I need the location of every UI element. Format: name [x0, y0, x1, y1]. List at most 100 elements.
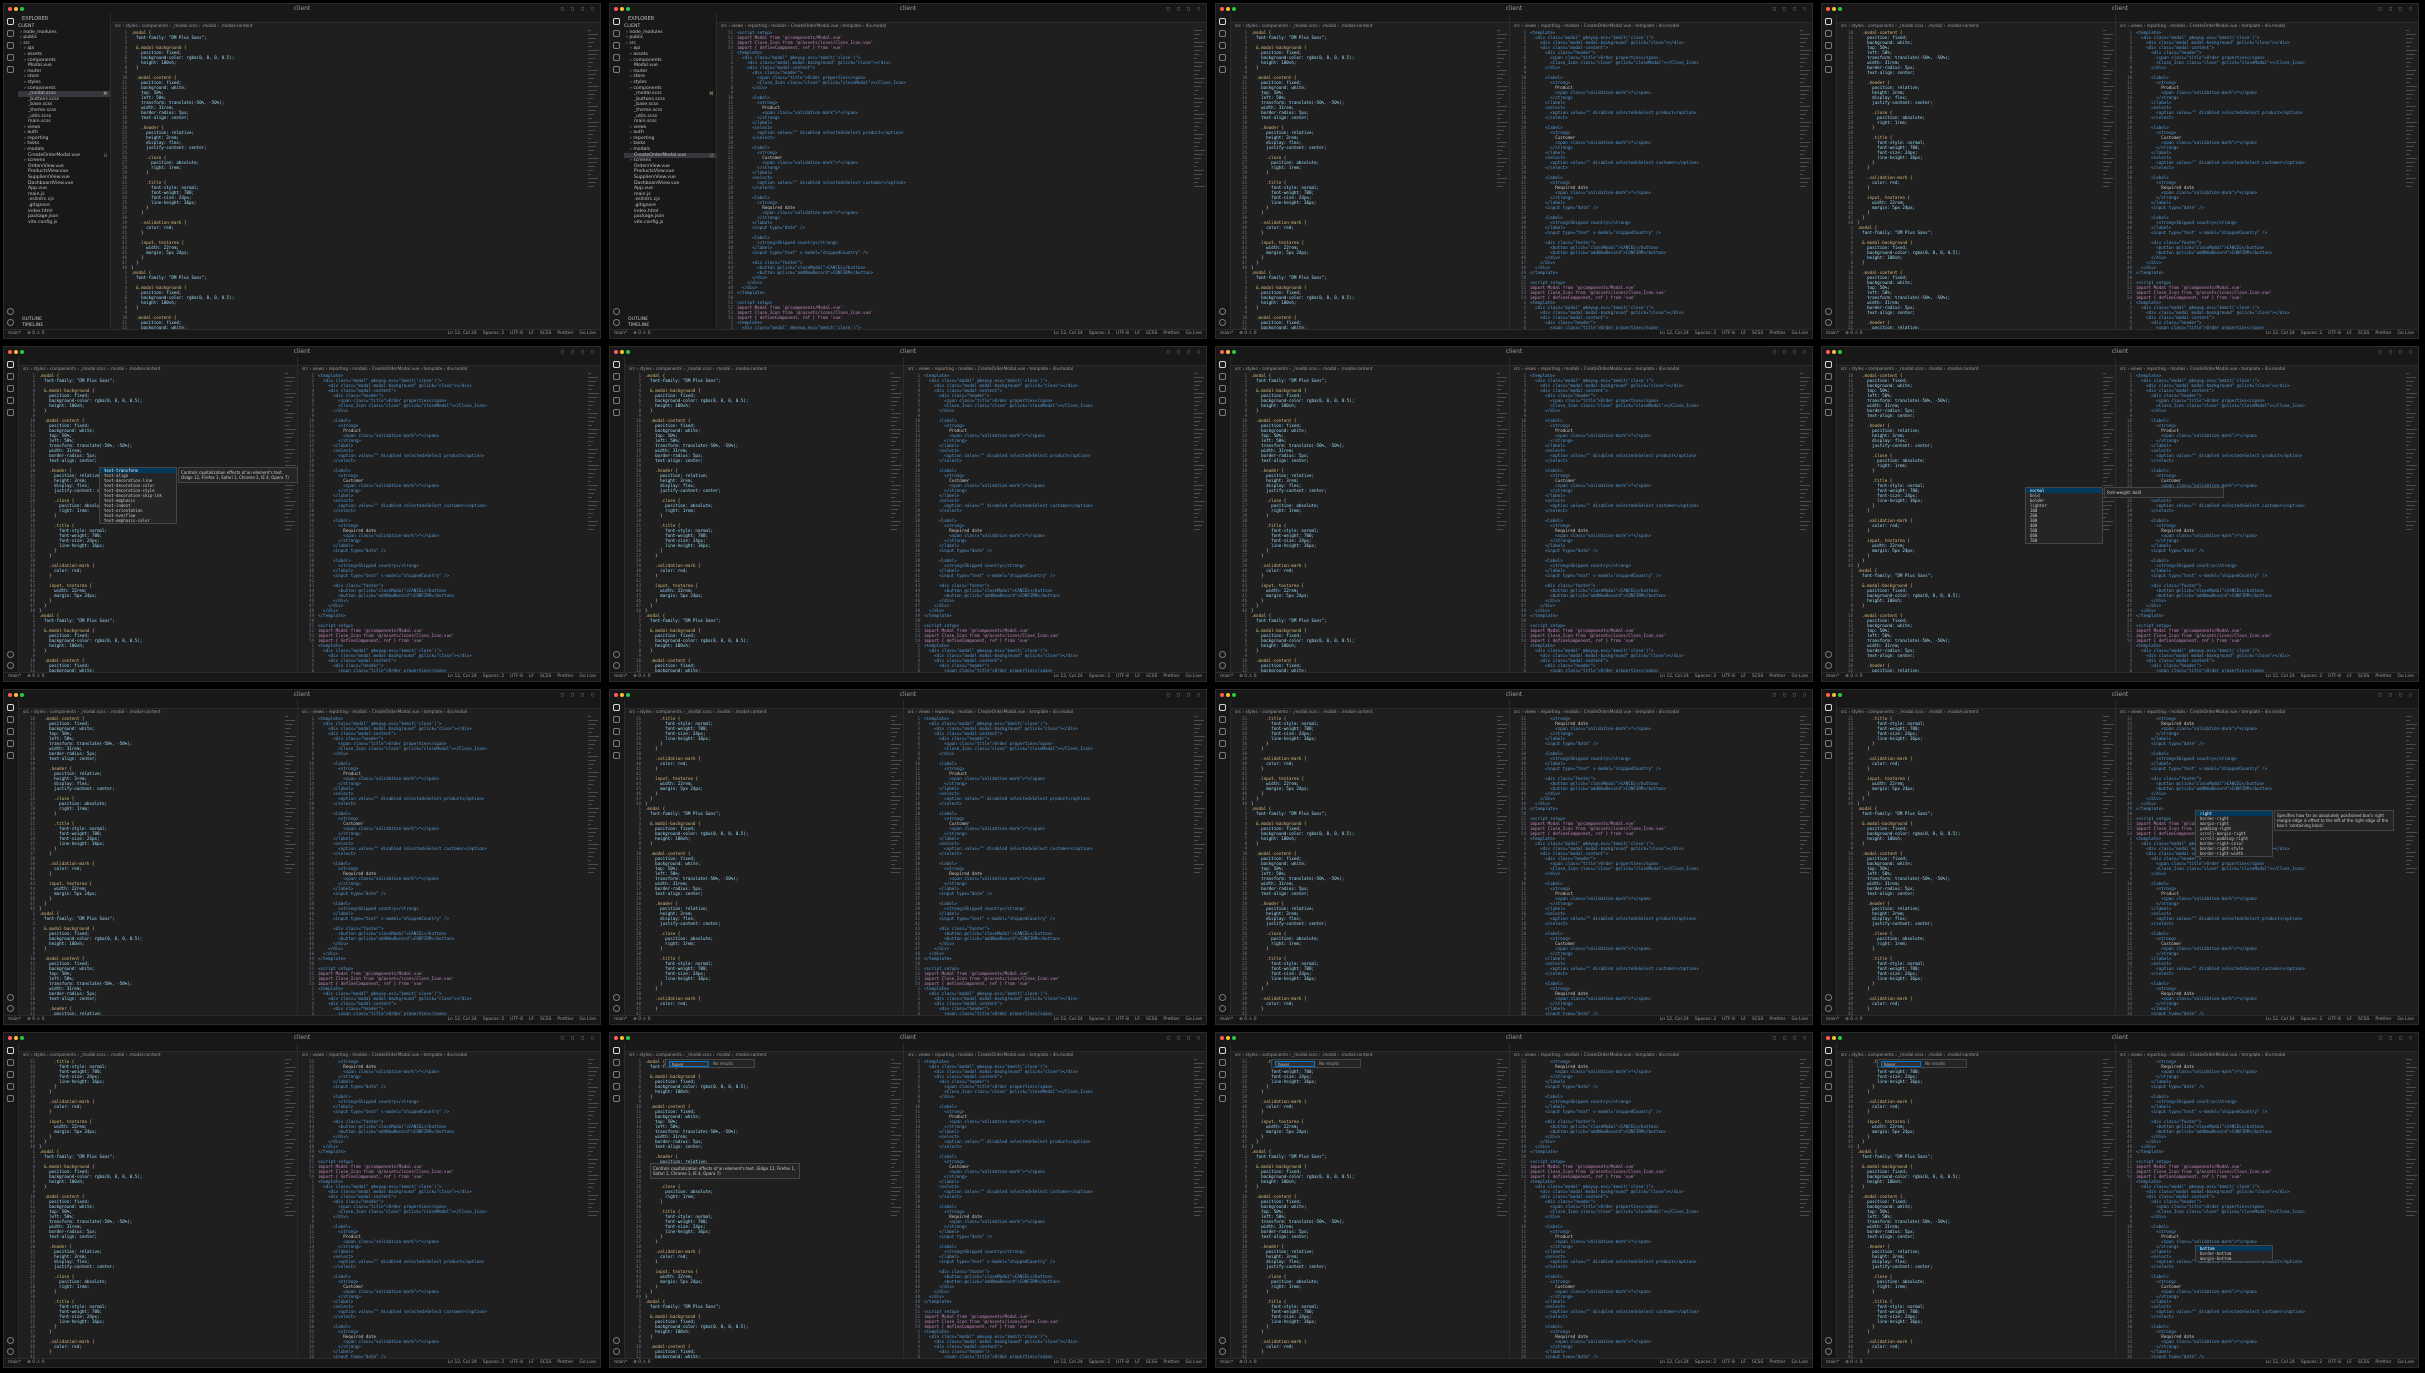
- run-debug-icon[interactable]: [7, 1083, 14, 1090]
- source-control-icon[interactable]: [613, 728, 620, 735]
- breadcrumb[interactable]: src › views › reporting › modals › Creat…: [1510, 23, 1812, 29]
- status-encoding[interactable]: UTF-8: [2328, 331, 2341, 336]
- source-control-icon[interactable]: [7, 728, 14, 735]
- minimap[interactable]: [889, 373, 903, 673]
- minimap[interactable]: [1192, 30, 1206, 330]
- layout-toggle-icons[interactable]: □ □ □ ▢: [561, 6, 596, 12]
- status-extra[interactable]: Go Live: [580, 1360, 596, 1365]
- run-debug-icon[interactable]: [1219, 54, 1226, 61]
- status-position[interactable]: Ln 12, Col 24: [1660, 331, 1689, 336]
- editor-group[interactable]: _modal.scssModal.vueCreateOrderModal.vue…: [1231, 700, 1509, 1016]
- status-sync[interactable]: ⊗ 0 ⚠ 0: [1845, 1017, 1862, 1022]
- status-extra[interactable]: Go Live: [1186, 674, 1202, 679]
- status-branch[interactable]: main*: [1220, 674, 1233, 679]
- status-eol[interactable]: LF: [2347, 331, 2352, 336]
- gear-icon[interactable]: [7, 308, 14, 315]
- breadcrumb[interactable]: src › styles › components › _modal.scss …: [1837, 709, 2115, 715]
- breadcrumb[interactable]: src › styles › components › _modal.scss …: [625, 709, 903, 715]
- status-lang[interactable]: SCSS: [1146, 674, 1157, 679]
- status-encoding[interactable]: UTF-8: [510, 674, 523, 679]
- status-eol[interactable]: LF: [2347, 1017, 2352, 1022]
- search-icon[interactable]: [7, 716, 14, 723]
- status-prettier[interactable]: Prettier: [1769, 331, 1785, 336]
- status-spaces[interactable]: Spaces: 2: [1089, 331, 1110, 336]
- tree-item[interactable]: vite.config.js: [18, 220, 110, 226]
- suggest-widget[interactable]: normal bold bolder lighter 100 200 300 400 500 60…: [2025, 487, 2103, 544]
- status-prettier[interactable]: Prettier: [557, 331, 573, 336]
- breadcrumb[interactable]: src › views › reporting › modals › Creat…: [2116, 709, 2418, 715]
- status-spaces[interactable]: Spaces: 2: [2301, 674, 2322, 679]
- status-branch[interactable]: main*: [1826, 1017, 1839, 1022]
- status-lang[interactable]: SCSS: [540, 674, 551, 679]
- gear-icon[interactable]: [7, 1337, 14, 1344]
- status-branch[interactable]: main*: [1220, 331, 1233, 336]
- breadcrumb[interactable]: src › styles › components › _modal.scss …: [1231, 366, 1509, 372]
- files-icon[interactable]: [1825, 361, 1832, 368]
- layout-toggle-icons[interactable]: □ □ □ ▢: [561, 692, 596, 698]
- run-debug-icon[interactable]: [613, 397, 620, 404]
- run-debug-icon[interactable]: [1825, 397, 1832, 404]
- status-prettier[interactable]: Prettier: [557, 1017, 573, 1022]
- status-sync[interactable]: ⊗ 0 ⚠ 0: [27, 1017, 44, 1022]
- search-icon[interactable]: [613, 716, 620, 723]
- breadcrumb[interactable]: src › styles › components › _modal.scss …: [1231, 23, 1509, 29]
- status-lang[interactable]: SCSS: [2358, 1017, 2369, 1022]
- layout-toggle-icons[interactable]: □ □ □ ▢: [1167, 6, 1202, 12]
- code-area[interactable]: 1 <template> 2 <div class="modal" @keyup.e…: [904, 373, 1192, 673]
- editor-group[interactable]: _modal.scssModal.vueCreateOrderModal.vue…: [1837, 700, 2115, 1016]
- minimap[interactable]: [2101, 373, 2115, 673]
- code-area[interactable]: 10 .modal-content {11 position: fixed; 12…: [19, 716, 283, 1016]
- extensions-icon[interactable]: [1219, 66, 1226, 73]
- status-encoding[interactable]: UTF-8: [510, 1360, 523, 1365]
- minimap[interactable]: [1495, 716, 1509, 1016]
- source-control-icon[interactable]: [1219, 42, 1226, 49]
- breadcrumb[interactable]: src › views › reporting › modals › Creat…: [2116, 366, 2418, 372]
- account-icon[interactable]: [613, 1348, 620, 1355]
- minimap[interactable]: [586, 373, 600, 673]
- minimap[interactable]: [1495, 373, 1509, 673]
- status-position[interactable]: Ln 12, Col 24: [1054, 674, 1083, 679]
- status-lang[interactable]: SCSS: [540, 331, 551, 336]
- layout-toggle-icons[interactable]: □ □ □ ▢: [1773, 6, 1808, 12]
- source-control-icon[interactable]: [1825, 728, 1832, 735]
- gear-icon[interactable]: [1825, 651, 1832, 658]
- status-prettier[interactable]: Prettier: [1163, 1017, 1179, 1022]
- status-extra[interactable]: Go Live: [2398, 331, 2414, 336]
- status-branch[interactable]: main*: [8, 674, 21, 679]
- editor-group[interactable]: _modal.scssModal.vueCreateOrderModal.vue…: [111, 14, 600, 330]
- editor-group[interactable]: _modal.scssModal.vueCreateOrderModal.vue…: [2116, 357, 2418, 673]
- status-spaces[interactable]: Spaces: 2: [1695, 1017, 1716, 1022]
- gear-icon[interactable]: [613, 651, 620, 658]
- code-area[interactable]: 1 <template> 2 <div class="modal" @keyup.e…: [2116, 30, 2404, 330]
- minimap[interactable]: [2404, 716, 2418, 1016]
- status-sync[interactable]: ⊗ 0 ⚠ 0: [1239, 1017, 1256, 1022]
- breadcrumb[interactable]: src › styles › components › _modal.scss …: [111, 23, 600, 29]
- status-extra[interactable]: Go Live: [580, 1017, 596, 1022]
- status-eol[interactable]: LF: [1741, 674, 1746, 679]
- status-extra[interactable]: Go Live: [1792, 331, 1808, 336]
- breadcrumb[interactable]: src › views › reporting › modals › Creat…: [298, 1052, 600, 1058]
- code-area[interactable]: 1.modal {2 font-family: "DM Plus Sans";3…: [625, 373, 889, 673]
- code-area[interactable]: 1 <template> 2 <div class="modal" @keyup.e…: [904, 716, 1192, 1016]
- status-position[interactable]: Ln 12, Col 24: [2266, 331, 2295, 336]
- extensions-icon[interactable]: [1219, 752, 1226, 759]
- status-prettier[interactable]: Prettier: [1769, 1017, 1785, 1022]
- breadcrumb[interactable]: src › views › reporting › modals › Creat…: [2116, 23, 2418, 29]
- status-branch[interactable]: main*: [614, 331, 627, 336]
- gear-icon[interactable]: [7, 651, 14, 658]
- files-icon[interactable]: [613, 18, 620, 25]
- editor-group[interactable]: _modal.scssModal.vueCreateOrderModal.vue…: [1231, 14, 1509, 330]
- breadcrumb[interactable]: src › views › reporting › modals › Creat…: [904, 366, 1206, 372]
- status-encoding[interactable]: UTF-8: [2328, 674, 2341, 679]
- source-control-icon[interactable]: [1219, 385, 1226, 392]
- search-icon[interactable]: [7, 1059, 14, 1066]
- run-debug-icon[interactable]: [613, 54, 620, 61]
- status-position[interactable]: Ln 12, Col 24: [2266, 1017, 2295, 1022]
- status-branch[interactable]: main*: [8, 331, 21, 336]
- account-icon[interactable]: [1825, 1005, 1832, 1012]
- editor-group[interactable]: _modal.scssModal.vueCreateOrderModal.vue…: [1837, 14, 2115, 330]
- breadcrumb[interactable]: src › styles › components › _modal.scss …: [19, 1052, 297, 1058]
- code-area[interactable]: 1 <template> 2 <div class="modal" @keyup.e…: [2116, 373, 2404, 673]
- status-lang[interactable]: SCSS: [1146, 331, 1157, 336]
- status-branch[interactable]: main*: [1826, 331, 1839, 336]
